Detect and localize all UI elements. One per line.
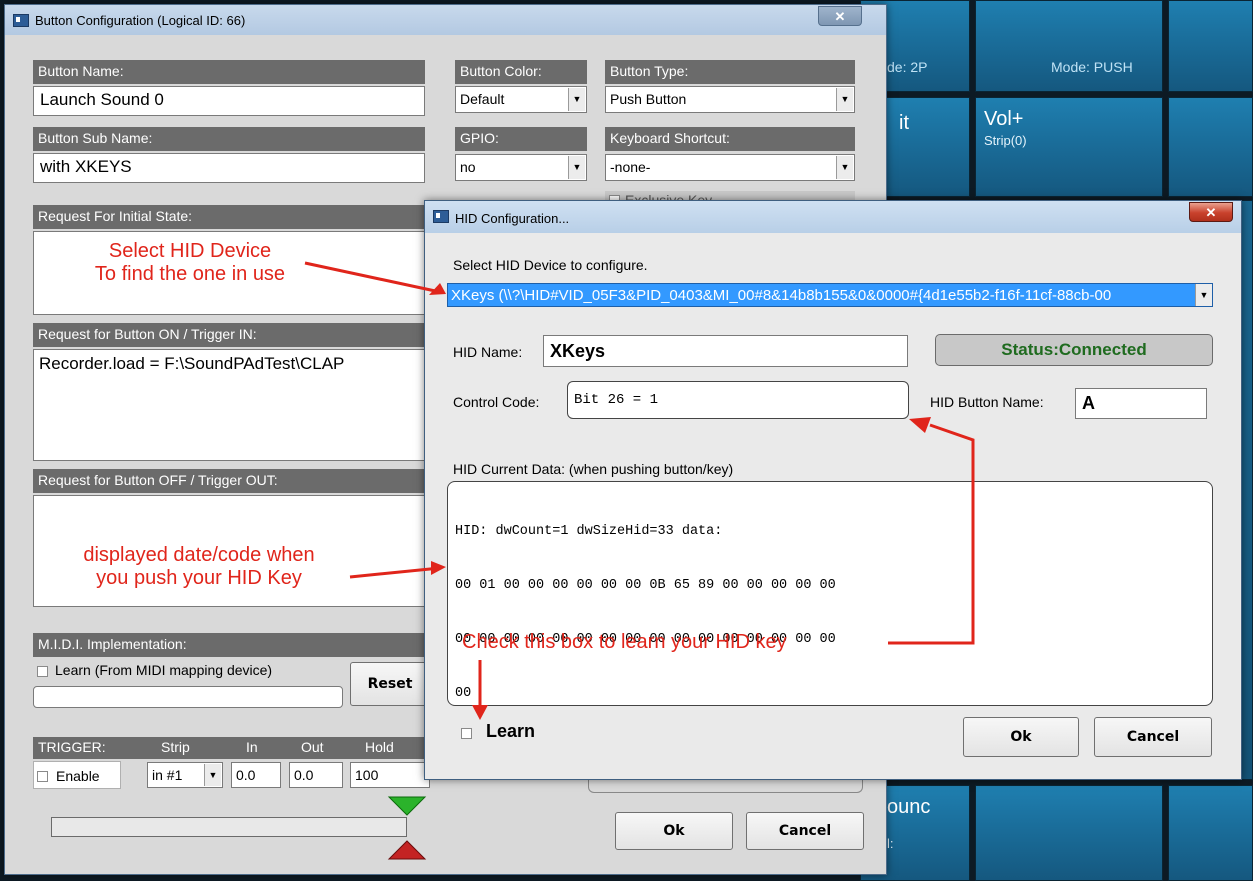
annotation-arrows	[304, 261, 975, 720]
arrowhead-icon	[431, 561, 446, 575]
arrow-select-device-icon	[304, 261, 441, 294]
arrowhead-icon	[909, 417, 931, 433]
arrow-control-code-icon	[888, 423, 975, 645]
arrowhead-icon	[472, 705, 488, 720]
arrow-displayed-code-icon	[349, 566, 441, 579]
